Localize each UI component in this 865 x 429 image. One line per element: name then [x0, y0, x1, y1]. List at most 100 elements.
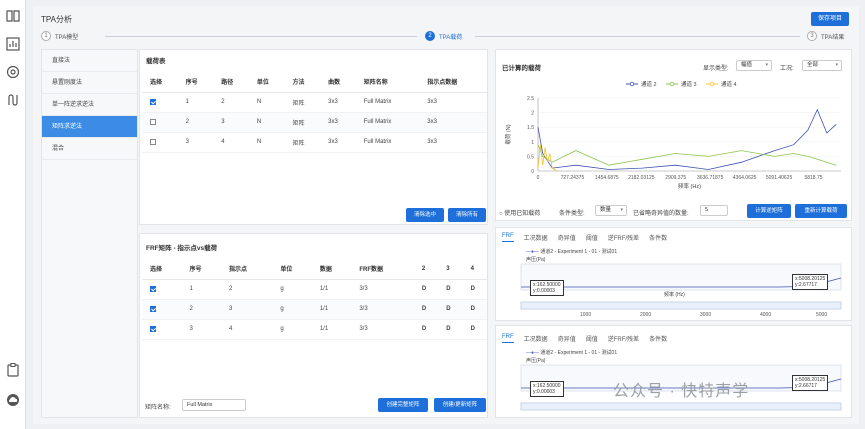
x-tick-label: 2909.375: [665, 175, 686, 181]
clear-selected-button[interactable]: 清除选中: [406, 208, 444, 222]
table-row[interactable]: 1 2 g 1/1 3/3 D D D: [142, 279, 487, 300]
method-item[interactable]: 悬置刚度法: [42, 72, 137, 94]
legend-label: 通道2 - Experiment 1 - 01 - 测试01: [540, 350, 618, 356]
row-checkbox[interactable]: [150, 325, 156, 332]
step-number: 3: [807, 31, 817, 41]
step-connector: [475, 36, 800, 37]
display-type-select[interactable]: 幅值 ▾: [736, 60, 772, 71]
step-2[interactable]: 2 TPA载荷: [425, 31, 462, 41]
table-cell: 3/3: [351, 279, 414, 300]
column-header: FRF数据: [351, 259, 414, 280]
singular-values-input[interactable]: 5: [700, 205, 728, 216]
table-row[interactable]: 2 3 N 矩阵 3x3 Full Matrix 3x3: [142, 112, 487, 133]
step-1[interactable]: 1 TPA模型: [41, 31, 78, 41]
path-icon[interactable]: [5, 92, 21, 108]
y-tick-label: 1: [531, 140, 534, 146]
tick-label: 2000: [640, 312, 652, 318]
method-item[interactable]: 直接法: [42, 50, 137, 72]
column-header: 数据: [311, 259, 352, 280]
table-row[interactable]: 3 4 g 1/1 3/3 D D D: [142, 319, 487, 340]
calc-inverse-button[interactable]: 计算逆矩阵: [747, 204, 791, 218]
tab-inverse-frf[interactable]: 逆FRF/残差: [608, 334, 639, 343]
table-cell: N: [248, 132, 285, 153]
tab-threshold[interactable]: 阈值: [586, 233, 598, 242]
series-line: [537, 144, 558, 172]
panel-title: 已计算的载荷: [502, 65, 541, 72]
table-cell: 2: [181, 299, 221, 320]
select-value: 全部: [807, 62, 819, 68]
table-cell: 2: [221, 279, 273, 300]
table-cell: 矩阵: [284, 112, 321, 133]
table-cell: 3: [213, 112, 249, 133]
row-checkbox[interactable]: [150, 98, 156, 105]
step-number: 2: [425, 31, 435, 41]
column-header: 方法: [284, 72, 321, 93]
row-checkbox[interactable]: [150, 305, 156, 312]
use-known-load-radio[interactable]: ○ 使用已知载荷: [499, 208, 540, 217]
save-project-button[interactable]: 保存项目: [811, 12, 849, 26]
display-type-label: 显示类型:: [703, 66, 729, 72]
table-cell: D: [462, 279, 487, 300]
table-cell: 3: [221, 299, 273, 320]
recalc-load-button[interactable]: 重新计算载荷: [795, 204, 847, 218]
table-cell: 3: [181, 319, 221, 340]
method-item[interactable]: 单一阵逆求逆法: [42, 94, 137, 116]
table-cell: 2: [177, 112, 214, 133]
tab-frf[interactable]: FRF: [502, 334, 514, 343]
chevron-down-icon: ▾: [765, 62, 768, 68]
tick-label: 1000: [580, 312, 592, 318]
table-cell: 4: [221, 319, 273, 340]
step-label: TPA载荷: [439, 34, 463, 41]
tick-label: 4000: [760, 312, 772, 318]
method-item[interactable]: 混合: [42, 138, 137, 160]
book-icon[interactable]: [5, 8, 21, 24]
y-axis-label: 载荷 (N): [504, 124, 512, 144]
tab-frf[interactable]: FRF: [502, 233, 514, 242]
create-full-matrix-button[interactable]: 创建完整矩阵: [378, 398, 428, 412]
table-row[interactable]: 2 3 g 1/1 3/3 D D D: [142, 299, 487, 320]
condition-select[interactable]: 全部 ▾: [802, 60, 842, 71]
method-item-selected[interactable]: 矩阵求逆法: [42, 116, 137, 138]
tab-condition-data[interactable]: 工况数据: [524, 233, 548, 242]
table-cell: 3x3: [419, 112, 487, 133]
table-cell: 3x3: [419, 92, 487, 113]
tab-singular-values[interactable]: 奇异值: [558, 334, 576, 343]
legend-marker: [669, 81, 675, 87]
row-checkbox[interactable]: [150, 285, 156, 292]
table-row[interactable]: 1 2 N 矩阵 3x3 Full Matrix 3x3: [142, 92, 487, 113]
tab-condition-number[interactable]: 条件数: [649, 233, 667, 242]
x-axis-label: 频率 (Hz): [678, 182, 701, 190]
target-icon[interactable]: [5, 64, 21, 80]
clipboard-icon[interactable]: [5, 362, 21, 378]
tab-threshold[interactable]: 阈值: [586, 334, 598, 343]
column-header: 序号: [177, 72, 214, 93]
table-cell: g: [272, 319, 312, 340]
tab-singular-values[interactable]: 奇异值: [558, 233, 576, 242]
row-checkbox[interactable]: [150, 138, 156, 145]
table-cell: 1/1: [311, 299, 352, 320]
frf-tabs: FRF 工况数据 奇异值 阈值 逆FRF/残差 条件数: [502, 233, 667, 242]
tab-inverse-frf[interactable]: 逆FRF/残差: [608, 233, 639, 242]
column-header: 选择: [142, 72, 178, 93]
x-tick-label: 5818.75: [804, 175, 822, 181]
table-cell: D: [462, 299, 487, 320]
chart-icon[interactable]: [5, 36, 21, 52]
step-number: 1: [41, 31, 51, 41]
panel-title: 载荷表: [146, 58, 166, 65]
condition-type-select[interactable]: 数量 ▾: [595, 205, 627, 216]
column-header: 路径: [213, 72, 249, 93]
step-3[interactable]: 3 TPA结果: [807, 31, 844, 41]
tab-condition-data[interactable]: 工况数据: [524, 334, 548, 343]
row-checkbox[interactable]: [150, 118, 156, 125]
table-cell: 3/3: [351, 299, 414, 320]
table-header-row: 选择 序号 路径 单位 方法 曲数 矩阵名称 指示点数据: [142, 72, 487, 93]
step-label: TPA结果: [821, 34, 845, 41]
series-line: [537, 144, 837, 166]
legend-marker: [629, 81, 635, 87]
table-row[interactable]: 3 4 N 矩阵 3x3 Full Matrix 3x3: [142, 132, 487, 153]
matrix-name-input[interactable]: Full Matrix: [182, 399, 246, 411]
cloud-icon[interactable]: [5, 392, 21, 408]
create-update-matrix-button[interactable]: 创建/更新矩阵: [434, 398, 486, 412]
tab-condition-number[interactable]: 条件数: [649, 334, 667, 343]
clear-all-button[interactable]: 清除所有: [448, 208, 486, 222]
